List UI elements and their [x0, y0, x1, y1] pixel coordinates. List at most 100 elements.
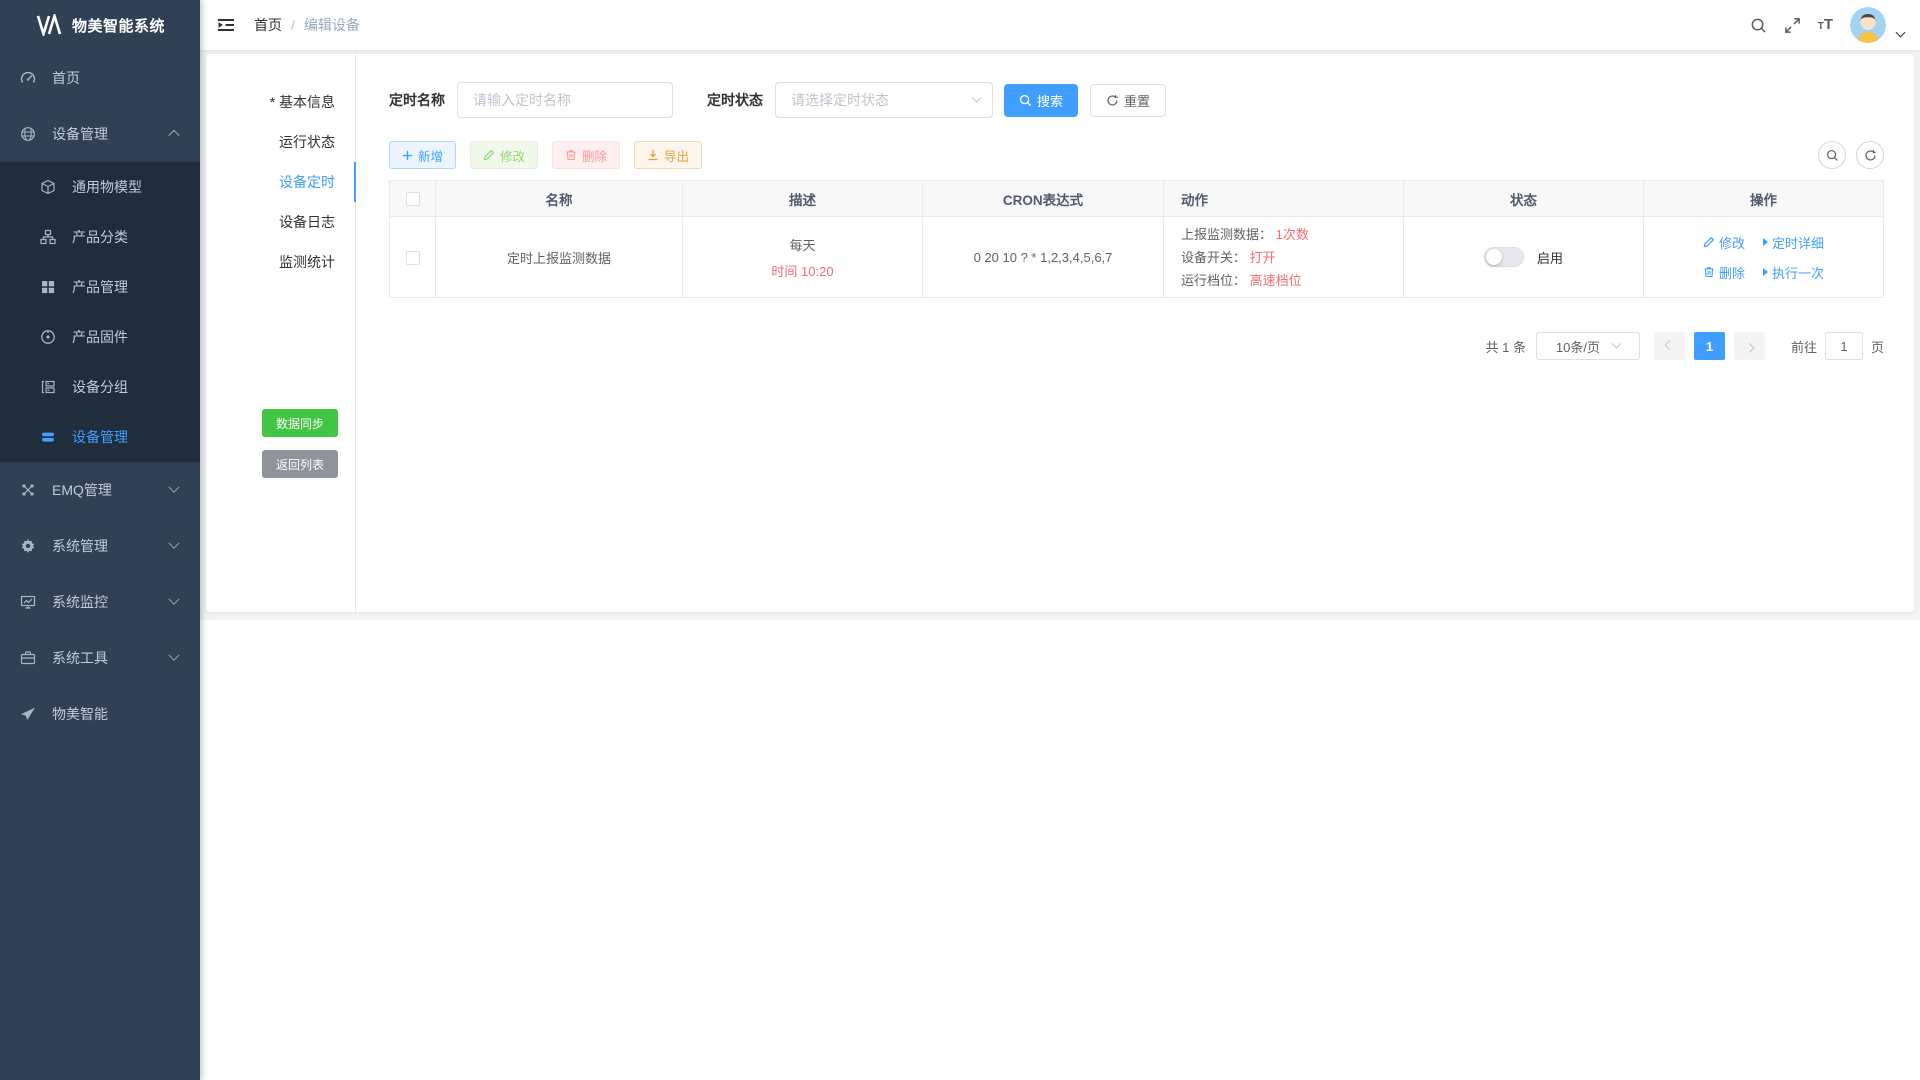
table-toolbar: 新增 修改 删除 导出: [389, 141, 1884, 169]
sidebar-item-product-firmware[interactable]: 产品固件: [0, 312, 200, 362]
tab-basic-info[interactable]: * 基本信息: [206, 82, 355, 122]
sidebar-item-product-category[interactable]: 产品分类: [0, 212, 200, 262]
tab-monitor-stats[interactable]: 监测统计: [206, 242, 355, 282]
goto-page-input[interactable]: [1825, 332, 1863, 360]
sidebar-item-system-management[interactable]: 系统管理: [0, 518, 200, 574]
page-unit-label: 页: [1871, 337, 1884, 356]
row-timer-detail-link[interactable]: 定时详细: [1763, 233, 1824, 252]
sidebar-item-product-management[interactable]: 产品管理: [0, 262, 200, 312]
sidebar-item-emq-management[interactable]: EMQ管理: [0, 462, 200, 518]
cell-description: 每天 时间 10:20: [683, 217, 923, 298]
firmware-icon: [40, 329, 56, 345]
breadcrumb-separator: /: [291, 17, 295, 33]
col-action: 动作: [1164, 181, 1404, 217]
row-checkbox[interactable]: [406, 251, 420, 265]
cell-status: 启用: [1404, 217, 1644, 298]
breadcrumb-current: 编辑设备: [304, 15, 360, 35]
paper-plane-icon: [20, 706, 36, 722]
delete-button[interactable]: 删除: [552, 141, 620, 169]
add-button[interactable]: 新增: [389, 141, 456, 169]
refresh-table-icon[interactable]: [1856, 141, 1884, 169]
active-tab-indicator: [354, 162, 356, 202]
row-edit-link[interactable]: 修改: [1703, 233, 1745, 252]
row-delete-link[interactable]: 删除: [1703, 263, 1745, 282]
chevron-down-icon: [168, 538, 179, 549]
page-controls: 1: [1654, 332, 1765, 360]
col-name: 名称: [436, 181, 683, 217]
goto-label: 前往: [1791, 337, 1817, 356]
font-size-icon[interactable]: TT: [1818, 17, 1833, 33]
search-button[interactable]: 搜索: [1004, 84, 1078, 117]
export-button[interactable]: 导出: [634, 141, 702, 169]
app-title: 物美智能系统: [72, 15, 165, 36]
sidebar: 物美智能系统 首页 设备管理: [0, 0, 200, 1080]
cell-actions: 上报监测数据： 1次数 设备开关： 打开 运行档位： 高速档位: [1164, 217, 1404, 298]
back-to-list-button[interactable]: 返回列表: [262, 450, 338, 478]
page-number-button[interactable]: 1: [1694, 332, 1725, 360]
col-operations: 操作: [1644, 181, 1884, 217]
status-toggle[interactable]: [1484, 247, 1524, 267]
user-menu-caret-icon[interactable]: [1896, 27, 1906, 37]
cell-cron: 0 20 10 ? * 1,2,3,4,5,6,7: [923, 217, 1164, 298]
row-run-once-link[interactable]: 执行一次: [1763, 263, 1824, 282]
sidebar-item-system-monitor[interactable]: 系统监控: [0, 574, 200, 630]
search-icon: [1019, 94, 1032, 107]
breadcrumb-home[interactable]: 首页: [254, 15, 282, 35]
select-all-checkbox[interactable]: [406, 192, 420, 206]
data-sync-button[interactable]: 数据同步: [262, 409, 338, 437]
status-label: 启用: [1537, 248, 1563, 267]
cube-icon: [40, 179, 56, 195]
avatar[interactable]: [1850, 7, 1886, 43]
toggle-search-icon[interactable]: [1818, 141, 1846, 169]
products-icon: [40, 279, 56, 295]
dashboard-icon: [20, 70, 36, 86]
pagination: 共 1 条 10条/页 1 前往 页: [389, 332, 1884, 360]
sidebar-menu: 首页 设备管理 通用物模型: [0, 50, 200, 742]
sidebar-item-thing-model[interactable]: 通用物模型: [0, 162, 200, 212]
tab-run-status[interactable]: 运行状态: [206, 122, 355, 162]
trash-icon: [565, 149, 577, 161]
search-icon[interactable]: [1750, 17, 1767, 34]
device-edit-card: * 基本信息 运行状态 设备定时 设备日志 监测统计 数据同步 返回列表: [206, 54, 1914, 612]
side-buttons: 数据同步 返回列表: [206, 409, 355, 478]
header-actions: TT: [1750, 7, 1904, 43]
sidebar-collapse-icon[interactable]: [216, 15, 236, 35]
sidebar-item-device-group[interactable]: 设备分组: [0, 362, 200, 412]
table-header-row: 名称 描述 CRON表达式 动作 状态 操作: [390, 181, 1884, 217]
tab-device-timer[interactable]: 设备定时: [206, 162, 355, 202]
fullscreen-icon[interactable]: [1784, 17, 1801, 34]
sidebar-item-wumei-smart[interactable]: 物美智能: [0, 686, 200, 742]
col-status: 状态: [1404, 181, 1644, 217]
reset-button[interactable]: 重置: [1090, 84, 1166, 117]
sidebar-item-device-management[interactable]: 设备管理: [0, 106, 200, 162]
cell-operations: 修改 定时详细 删除: [1644, 217, 1884, 298]
sidebar-item-device-manage[interactable]: 设备管理: [0, 412, 200, 462]
pencil-icon: [483, 149, 495, 161]
col-description: 描述: [683, 181, 923, 217]
prev-page-button[interactable]: [1654, 332, 1685, 360]
timer-status-select[interactable]: 请选择定时状态: [775, 82, 993, 118]
sidebar-item-system-tools[interactable]: 系统工具: [0, 630, 200, 686]
main-content: * 基本信息 运行状态 设备定时 设备日志 监测统计 数据同步 返回列表: [200, 50, 1920, 620]
tools-icon: [20, 650, 36, 666]
page-size-select[interactable]: 10条/页: [1536, 332, 1640, 360]
timer-name-label: 定时名称: [389, 90, 445, 110]
device-management-submenu: 通用物模型 产品分类 产品管理: [0, 162, 200, 462]
required-mark: *: [270, 94, 275, 110]
app-logo[interactable]: 物美智能系统: [0, 0, 200, 50]
timer-table: 名称 描述 CRON表达式 动作 状态 操作 定时上报监测数据 每天: [389, 180, 1884, 298]
chevron-down-icon: [1612, 338, 1622, 348]
plus-icon: [402, 150, 413, 161]
refresh-icon: [1106, 94, 1119, 107]
edit-button[interactable]: 修改: [470, 141, 538, 169]
logo-icon: [36, 14, 62, 36]
cell-name: 定时上报监测数据: [436, 217, 683, 298]
timer-name-input[interactable]: [457, 82, 673, 118]
chevron-down-icon: [972, 92, 982, 102]
sidebar-item-home[interactable]: 首页: [0, 50, 200, 106]
caret-right-icon: [1763, 238, 1768, 246]
next-page-button[interactable]: [1734, 332, 1765, 360]
tab-device-log[interactable]: 设备日志: [206, 202, 355, 242]
chevron-right-icon: [1745, 342, 1755, 352]
monitor-icon: [20, 594, 36, 610]
